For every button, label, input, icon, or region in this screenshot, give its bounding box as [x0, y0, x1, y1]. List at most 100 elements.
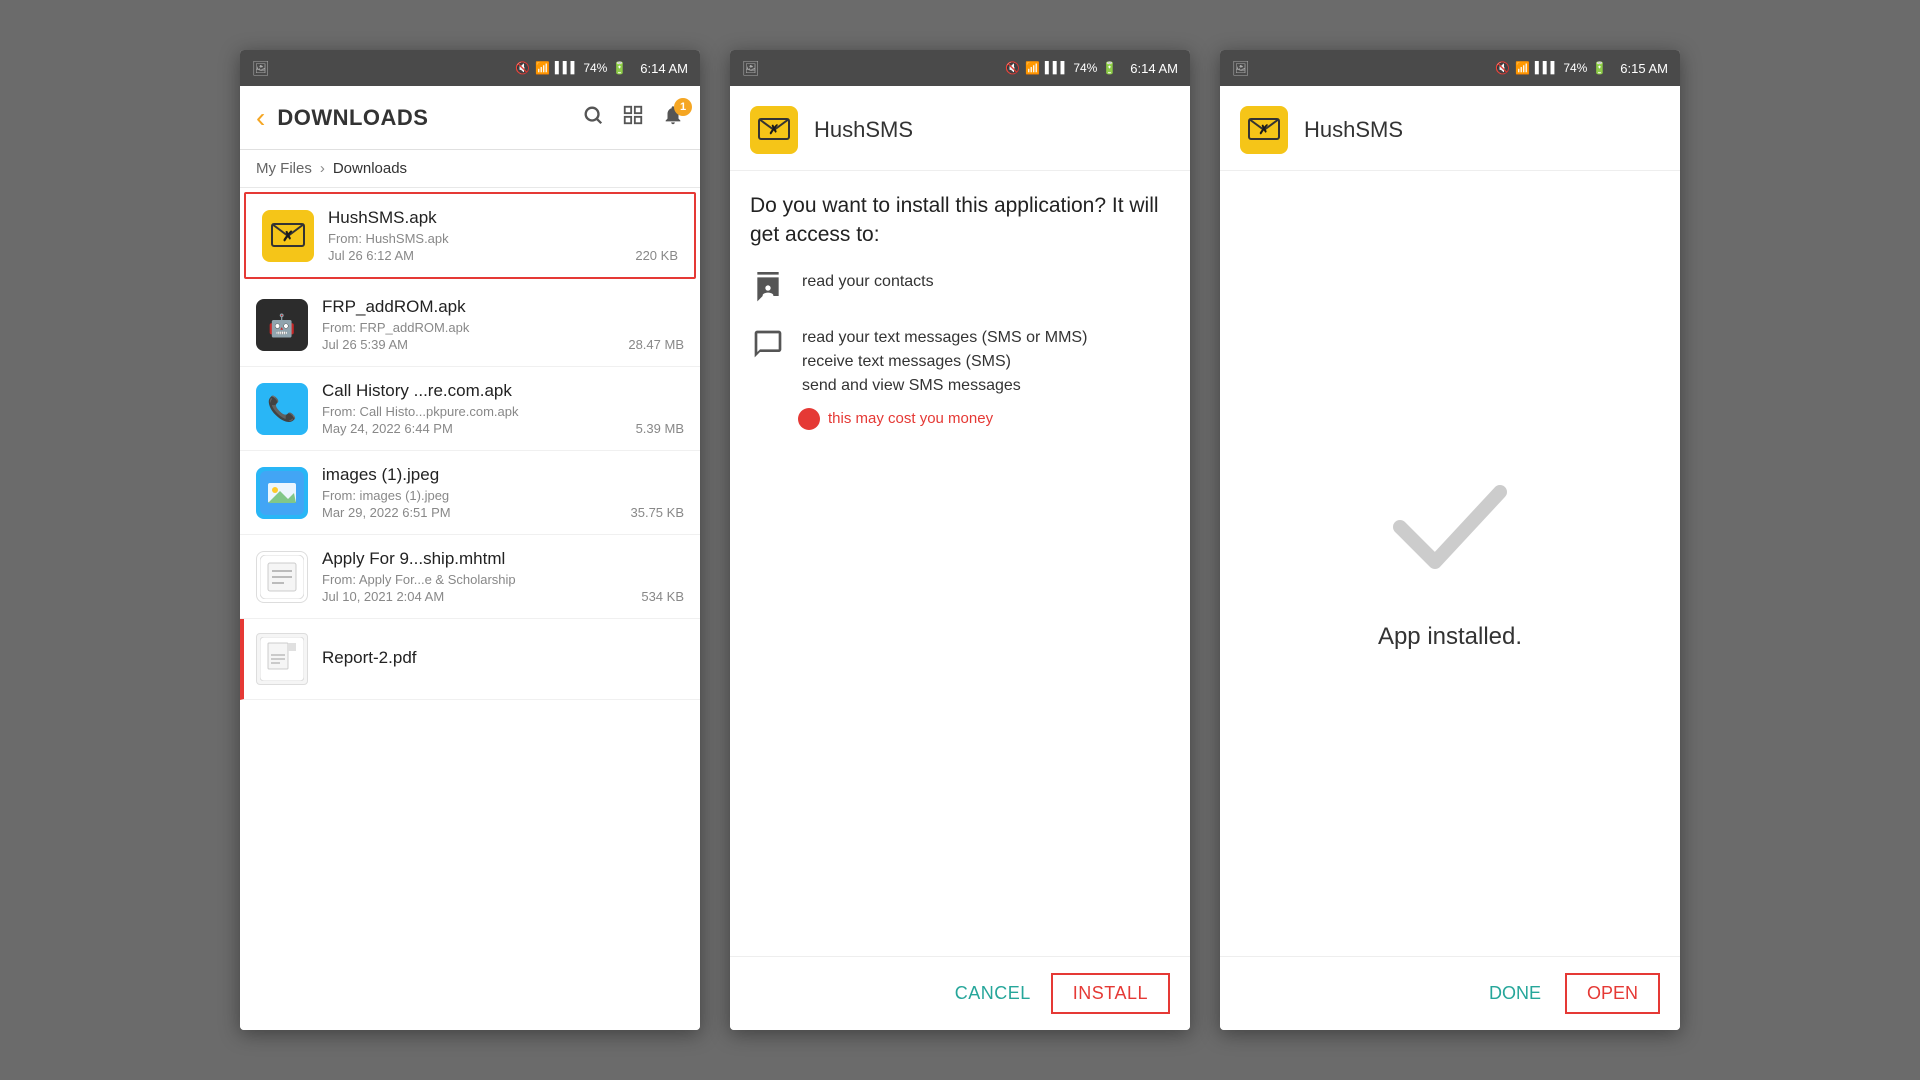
file-name-images: images (1).jpeg	[322, 465, 684, 485]
file-from-apply: From: Apply For...e & Scholarship	[322, 572, 684, 587]
file-date-images: Mar 29, 2022 6:51 PM	[322, 505, 451, 520]
status-time-1: 6:14 AM	[640, 61, 688, 76]
installed-text: App installed.	[1378, 623, 1522, 651]
file-item-callhistory[interactable]: 📞 Call History ...re.com.apk From: Call …	[240, 367, 700, 451]
permission-contacts-text: read your contacts	[802, 270, 934, 294]
toolbar-title: DOWNLOADS	[277, 105, 582, 131]
file-item-images[interactable]: images (1).jpeg From: images (1).jpeg Ma…	[240, 451, 700, 535]
open-button[interactable]: OPEN	[1565, 973, 1660, 1014]
file-from-images: From: images (1).jpeg	[322, 488, 684, 503]
warning-text: this may cost you money	[828, 410, 993, 427]
installed-app-name: HushSMS	[1304, 117, 1403, 143]
file-name-apply: Apply For 9...ship.mhtml	[322, 549, 684, 569]
screen-installed: 🖼 🔇 📶 ▌▌▌ 74% 🔋 6:15 AM ✗	[1220, 50, 1680, 1030]
status-bar-1: 🖼 🔇 📶 ▌▌▌ 74% 🔋 6:14 AM	[240, 50, 700, 86]
breadcrumb-current: Downloads	[333, 160, 407, 177]
svg-text:✗: ✗	[282, 228, 294, 244]
search-icon[interactable]	[582, 104, 604, 132]
mute-icon-2: 🔇	[1005, 61, 1020, 75]
file-meta-frp: Jul 26 5:39 AM 28.47 MB	[322, 337, 684, 352]
file-from-hushsms: From: HushSMS.apk	[328, 231, 678, 246]
file-size-images: 35.75 KB	[631, 505, 685, 520]
file-icon-apply	[256, 551, 308, 603]
back-button[interactable]: ‹	[256, 102, 265, 134]
screen2-img-icon: 🖼	[742, 60, 760, 77]
install-button[interactable]: INSTALL	[1051, 973, 1170, 1014]
battery-icon-3: 🔋	[1592, 61, 1607, 75]
file-from-frp: From: FRP_addROM.apk	[322, 320, 684, 335]
checkmark-icon	[1390, 477, 1510, 593]
cancel-button[interactable]: CANCEL	[955, 983, 1031, 1004]
file-item-hushsms[interactable]: ✗ HushSMS.apk From: HushSMS.apk Jul 26 6…	[244, 192, 696, 279]
file-details-callhistory: Call History ...re.com.apk From: Call Hi…	[322, 381, 684, 436]
file-name-callhistory: Call History ...re.com.apk	[322, 381, 684, 401]
notification-icon[interactable]: 1	[662, 104, 684, 132]
install-app-name: HushSMS	[814, 117, 913, 143]
file-size-frp: 28.47 MB	[628, 337, 684, 352]
install-question: Do you want to install this application?…	[730, 171, 1190, 260]
file-meta-apply: Jul 10, 2021 2:04 AM 534 KB	[322, 589, 684, 604]
mute-icon-3: 🔇	[1495, 61, 1510, 75]
notification-badge: 1	[674, 98, 692, 116]
contacts-icon	[750, 270, 786, 306]
file-item-apply[interactable]: Apply For 9...ship.mhtml From: Apply For…	[240, 535, 700, 619]
file-icon-images	[256, 467, 308, 519]
file-meta-images: Mar 29, 2022 6:51 PM 35.75 KB	[322, 505, 684, 520]
file-details-images: images (1).jpeg From: images (1).jpeg Ma…	[322, 465, 684, 520]
permission-contacts: read your contacts	[750, 270, 1170, 306]
file-date-hushsms: Jul 26 6:12 AM	[328, 248, 414, 263]
install-buttons: CANCEL INSTALL	[730, 956, 1190, 1030]
file-item-report[interactable]: Report-2.pdf	[240, 619, 700, 700]
screens-container: 🖼 🔇 📶 ▌▌▌ 74% 🔋 6:14 AM ‹ DOWNLOADS	[0, 0, 1920, 1080]
screen3-img-icon: 🖼	[1232, 60, 1250, 77]
file-meta-hushsms: Jul 26 6:12 AM 220 KB	[328, 248, 678, 263]
file-name-frp: FRP_addROM.apk	[322, 297, 684, 317]
screen-downloads: 🖼 🔇 📶 ▌▌▌ 74% 🔋 6:14 AM ‹ DOWNLOADS	[240, 50, 700, 1030]
file-size-apply: 534 KB	[641, 589, 684, 604]
file-name-hushsms: HushSMS.apk	[328, 208, 678, 228]
battery-icon: 🔋	[612, 61, 627, 75]
battery-text: 74%	[583, 61, 607, 75]
permissions-list: read your contacts read your text messag…	[730, 260, 1190, 956]
status-bar-3: 🖼 🔇 📶 ▌▌▌ 74% 🔋 6:15 AM	[1220, 50, 1680, 86]
battery-text-2: 74%	[1073, 61, 1097, 75]
file-item-frp[interactable]: 🤖 FRP_addROM.apk From: FRP_addROM.apk Ju…	[240, 283, 700, 367]
file-details-report: Report-2.pdf	[322, 648, 684, 671]
file-meta-callhistory: May 24, 2022 6:44 PM 5.39 MB	[322, 421, 684, 436]
installed-app-icon: ✗	[1240, 106, 1288, 154]
status-icons-3: 🔇 📶 ▌▌▌ 74% 🔋 6:15 AM	[1495, 61, 1668, 76]
wifi-icon-3: 📶	[1515, 61, 1530, 75]
permission-warning: this may cost you money	[798, 408, 993, 430]
file-from-callhistory: From: Call Histo...pkpure.com.apk	[322, 404, 684, 419]
installed-content: App installed.	[1220, 171, 1680, 956]
screen-install: 🖼 🔇 📶 ▌▌▌ 74% 🔋 6:14 AM ✗	[730, 50, 1190, 1030]
install-header: ✗ HushSMS	[730, 86, 1190, 171]
permission-sms-text: read your text messages (SMS or MMS) rec…	[802, 326, 1087, 398]
svg-text:📞: 📞	[267, 393, 297, 423]
toolbar-1: ‹ DOWNLOADS 1	[240, 86, 700, 150]
toolbar-icons: 1	[582, 104, 684, 132]
breadcrumb-root: My Files	[256, 160, 312, 177]
file-list: ✗ HushSMS.apk From: HushSMS.apk Jul 26 6…	[240, 188, 700, 1030]
file-date-callhistory: May 24, 2022 6:44 PM	[322, 421, 453, 436]
status-time-3: 6:15 AM	[1620, 61, 1668, 76]
screen-image-icon: 🖼	[252, 60, 270, 77]
status-icons-1: 🔇 📶 ▌▌▌ 74% 🔋 6:14 AM	[515, 61, 688, 76]
file-icon-frp: 🤖	[256, 299, 308, 351]
mute-icon: 🔇	[515, 61, 530, 75]
signal-icon-3: ▌▌▌	[1535, 62, 1558, 74]
svg-text:🤖: 🤖	[268, 313, 295, 338]
file-details-hushsms: HushSMS.apk From: HushSMS.apk Jul 26 6:1…	[328, 208, 678, 263]
installed-header: ✗ HushSMS	[1220, 86, 1680, 171]
install-app-icon: ✗	[750, 106, 798, 154]
done-button[interactable]: DONE	[1489, 983, 1541, 1004]
file-size-callhistory: 5.39 MB	[636, 421, 684, 436]
file-icon-hushsms: ✗	[262, 210, 314, 262]
file-date-frp: Jul 26 5:39 AM	[322, 337, 408, 352]
permission-sms: read your text messages (SMS or MMS) rec…	[750, 326, 1170, 430]
breadcrumb-chevron: ›	[320, 160, 325, 177]
file-size-hushsms: 220 KB	[635, 248, 678, 263]
wifi-icon-2: 📶	[1025, 61, 1040, 75]
grid-icon[interactable]	[622, 104, 644, 132]
battery-text-3: 74%	[1563, 61, 1587, 75]
